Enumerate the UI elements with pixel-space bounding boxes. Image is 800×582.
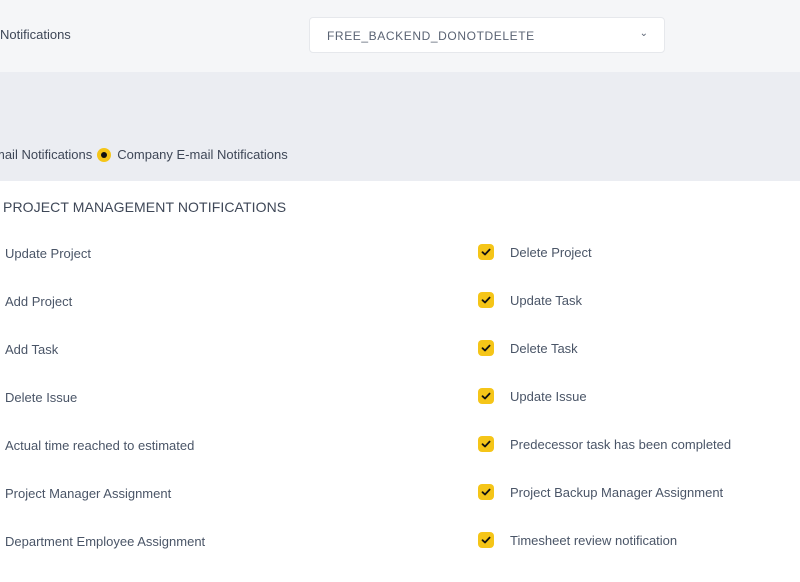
notification-item[interactable]: Update Issue bbox=[478, 388, 731, 436]
notification-label: Department Employee Assignment bbox=[5, 534, 206, 549]
chevron-down-icon: ⌄ bbox=[639, 28, 648, 39]
notification-checkbox[interactable] bbox=[478, 292, 494, 308]
right-notification-list: Delete Project Update Task Delete Task Upda… bbox=[478, 244, 731, 580]
left-notification-list: Update Project Add Project Add Task Delete … bbox=[5, 246, 205, 582]
notification-label: Update Task bbox=[510, 293, 583, 308]
notification-checkbox[interactable] bbox=[478, 388, 494, 404]
notification-item[interactable]: Add Task bbox=[5, 342, 205, 390]
check-icon bbox=[481, 392, 491, 400]
notification-item[interactable]: Project Backup Manager Assignment bbox=[478, 484, 731, 532]
notification-item[interactable]: Delete Issue bbox=[5, 390, 205, 438]
notification-label: Project Backup Manager Assignment bbox=[510, 485, 724, 500]
notification-label: Update Issue bbox=[510, 389, 587, 404]
notification-item[interactable]: Predecessor task has been completed bbox=[478, 436, 731, 484]
notification-label: Delete Issue bbox=[5, 390, 78, 405]
notification-item[interactable]: Add Project bbox=[5, 294, 205, 342]
notification-label: Predecessor task has been completed bbox=[510, 437, 732, 452]
notification-label: Update Project bbox=[5, 246, 91, 261]
notification-checkbox[interactable] bbox=[478, 340, 494, 356]
notification-label: Timesheet review notification bbox=[510, 533, 678, 548]
header-bar: Notifications FREE_BACKEND_DONOTDELETE ⌄ bbox=[0, 0, 800, 72]
radio-label-personal[interactable]: mail Notifications bbox=[0, 147, 92, 162]
notification-item[interactable]: Actual time reached to estimated bbox=[5, 438, 205, 486]
notification-item[interactable]: Delete Project bbox=[478, 244, 731, 292]
company-select-value: FREE_BACKEND_DONOTDELETE bbox=[327, 29, 535, 43]
check-icon bbox=[481, 296, 491, 304]
notification-checkbox[interactable] bbox=[478, 532, 494, 548]
notification-label: Actual time reached to estimated bbox=[5, 438, 195, 453]
notification-item[interactable]: Update Task bbox=[478, 292, 731, 340]
section-title: PROJECT MANAGEMENT NOTIFICATIONS bbox=[3, 199, 287, 215]
check-icon bbox=[481, 344, 491, 352]
check-icon bbox=[481, 440, 491, 448]
check-icon bbox=[481, 488, 491, 496]
page-title: Notifications bbox=[0, 27, 71, 42]
scope-band bbox=[0, 72, 800, 181]
notification-label: Add Project bbox=[5, 294, 73, 309]
radio-company-selected[interactable] bbox=[97, 147, 112, 162]
notification-item[interactable]: Delete Task bbox=[478, 340, 731, 388]
check-icon bbox=[481, 536, 491, 544]
notification-item[interactable]: Timesheet review notification bbox=[478, 532, 731, 580]
notification-label: Delete Project bbox=[510, 245, 592, 260]
notification-checkbox[interactable] bbox=[478, 484, 494, 500]
notification-item[interactable]: Project Manager Assignment bbox=[5, 486, 205, 534]
notification-checkbox[interactable] bbox=[478, 436, 494, 452]
notification-label: Add Task bbox=[5, 342, 59, 357]
radio-label-company[interactable]: Company E-mail Notifications bbox=[117, 147, 288, 162]
notification-label: Delete Task bbox=[510, 341, 578, 356]
notification-checkbox[interactable] bbox=[478, 244, 494, 260]
notification-item[interactable]: Department Employee Assignment bbox=[5, 534, 205, 582]
notification-label: Project Manager Assignment bbox=[5, 486, 172, 501]
notification-item[interactable]: Update Project bbox=[5, 246, 205, 294]
company-select[interactable]: FREE_BACKEND_DONOTDELETE ⌄ bbox=[309, 17, 665, 53]
check-icon bbox=[481, 248, 491, 256]
notification-scope-radio-group: mail Notifications Company E-mail Notifi… bbox=[0, 147, 288, 162]
